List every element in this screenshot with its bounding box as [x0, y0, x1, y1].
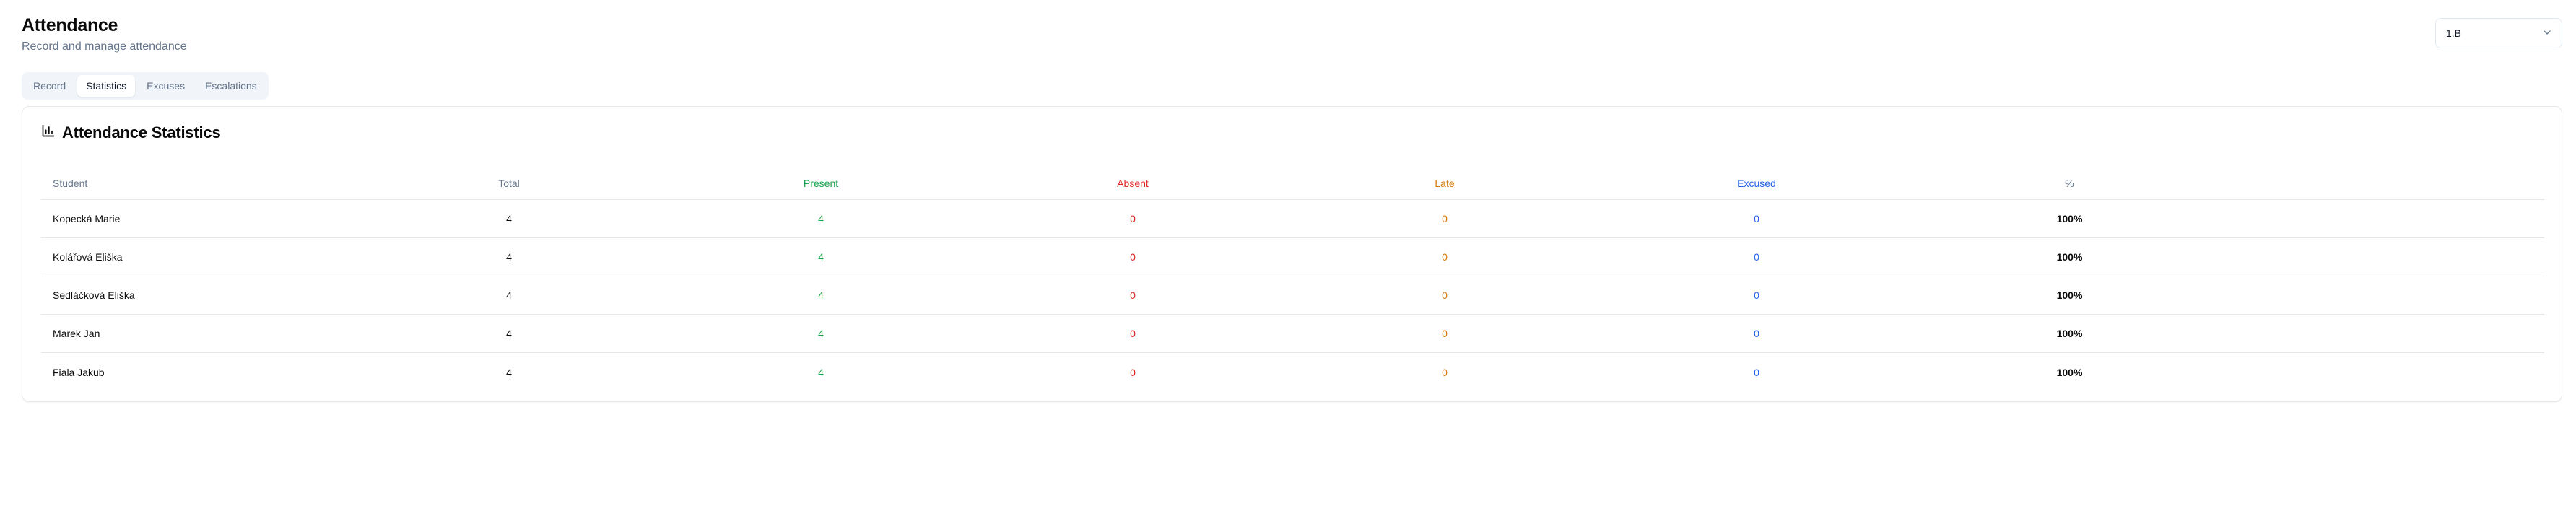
- card-title-text: Attendance Statistics: [62, 123, 221, 141]
- cell-late: 0: [1442, 213, 1448, 224]
- cell-total: 4: [506, 213, 512, 224]
- cell-absent: 0: [1130, 289, 1136, 301]
- page-subtitle: Record and manage attendance: [22, 40, 187, 53]
- table-row: Marek Jan 4 4 0 0 0 100%: [41, 315, 2544, 353]
- cell-total: 4: [506, 366, 512, 378]
- col-student: Student: [53, 178, 88, 189]
- cell-total: 4: [506, 289, 512, 301]
- cell-present: 4: [818, 366, 824, 378]
- cell-present: 4: [818, 328, 824, 339]
- cell-present: 4: [818, 289, 824, 301]
- table-row: Fiala Jakub 4 4 0 0 0 100%: [41, 353, 2544, 391]
- cell-absent: 0: [1130, 366, 1136, 378]
- table-row: Sedláčková Eliška 4 4 0 0 0 100%: [41, 276, 2544, 315]
- cell-student: Sedláčková Eliška: [53, 289, 135, 301]
- col-present: Present: [803, 178, 839, 189]
- tab-excuses[interactable]: Excuses: [138, 75, 193, 97]
- cell-excused: 0: [1754, 213, 1759, 224]
- class-select-value: 1.B: [2446, 27, 2462, 39]
- statistics-card: Attendance Statistics Student Total Pres…: [22, 106, 2562, 402]
- cell-present: 4: [818, 213, 824, 224]
- cell-excused: 0: [1754, 366, 1759, 378]
- cell-percent: 100%: [2056, 213, 2083, 224]
- cell-late: 0: [1442, 289, 1448, 301]
- card-title: Attendance Statistics: [41, 123, 221, 142]
- cell-percent: 100%: [2056, 289, 2083, 301]
- tab-list: Record Statistics Excuses Escalations: [22, 72, 269, 100]
- cell-excused: 0: [1754, 289, 1759, 301]
- table-row: Kolářová Eliška 4 4 0 0 0 100%: [41, 238, 2544, 276]
- cell-student: Fiala Jakub: [53, 366, 105, 378]
- cell-student: Kolářová Eliška: [53, 251, 123, 263]
- col-absent: Absent: [1117, 178, 1149, 189]
- cell-percent: 100%: [2056, 328, 2083, 339]
- table-row: Kopecká Marie 4 4 0 0 0 100%: [41, 200, 2544, 238]
- class-select[interactable]: 1.B: [2435, 18, 2562, 48]
- statistics-table: Student Total Present Absent Late Excuse…: [41, 167, 2544, 391]
- cell-late: 0: [1442, 251, 1448, 263]
- tab-escalations[interactable]: Escalations: [196, 75, 266, 97]
- cell-total: 4: [506, 328, 512, 339]
- cell-total: 4: [506, 251, 512, 263]
- col-percent: %: [2065, 178, 2074, 189]
- cell-percent: 100%: [2056, 251, 2083, 263]
- col-excused: Excused: [1737, 178, 1776, 189]
- tab-statistics[interactable]: Statistics: [77, 75, 136, 97]
- cell-excused: 0: [1754, 251, 1759, 263]
- chevron-down-icon: [2541, 27, 2553, 40]
- bar-chart-icon: [41, 123, 56, 142]
- col-total: Total: [498, 178, 520, 189]
- table-header: Student Total Present Absent Late Excuse…: [41, 167, 2544, 200]
- col-late: Late: [1435, 178, 1455, 189]
- cell-student: Marek Jan: [53, 328, 100, 339]
- cell-present: 4: [818, 251, 824, 263]
- cell-absent: 0: [1130, 328, 1136, 339]
- page-title: Attendance: [22, 15, 118, 35]
- cell-late: 0: [1442, 328, 1448, 339]
- cell-absent: 0: [1130, 251, 1136, 263]
- page-header: Attendance Record and manage attendance: [22, 14, 187, 54]
- cell-student: Kopecká Marie: [53, 213, 121, 224]
- cell-percent: 100%: [2056, 366, 2083, 378]
- cell-late: 0: [1442, 366, 1448, 378]
- tab-record[interactable]: Record: [25, 75, 74, 97]
- cell-absent: 0: [1130, 213, 1136, 224]
- cell-excused: 0: [1754, 328, 1759, 339]
